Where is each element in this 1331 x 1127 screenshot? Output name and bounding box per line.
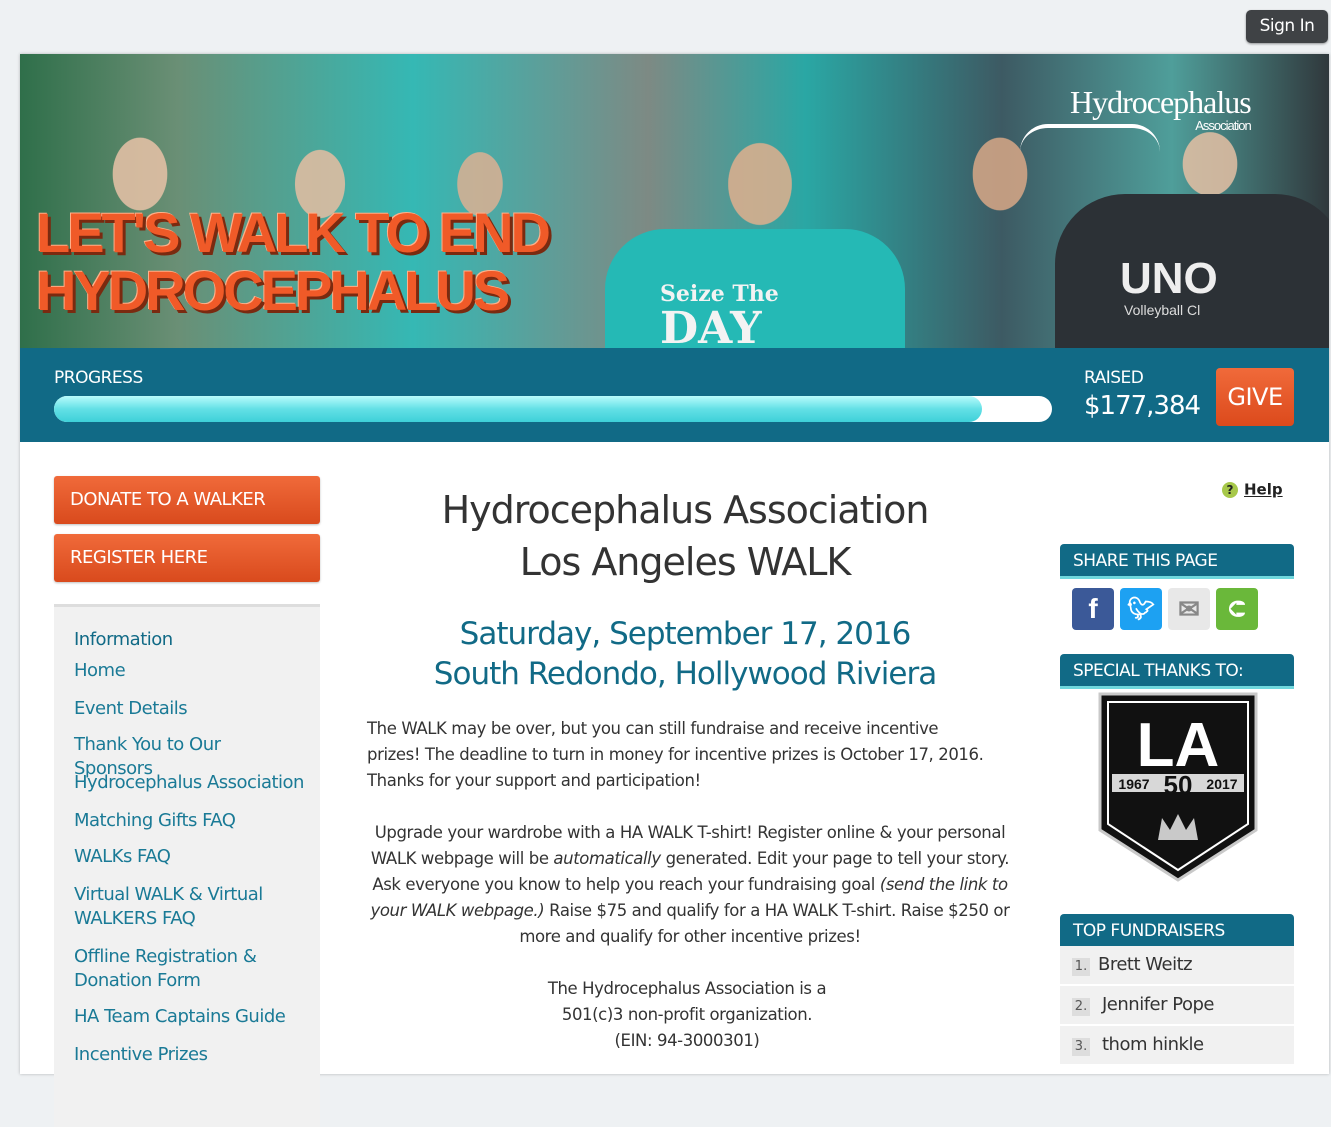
la-kings-logo: LA 1967 50 2017: [1098, 692, 1258, 882]
nav-heading[interactable]: Information: [74, 629, 173, 650]
la-logo-year-right: 2017: [1206, 776, 1237, 792]
shirt-text-line2: DAY: [660, 303, 762, 349]
fundraiser-name: Brett Weitz: [1098, 954, 1193, 975]
uno-subtext: Volleyball Cl: [1124, 302, 1201, 318]
logo-name: Hydrocephalus: [1070, 84, 1252, 120]
fundraiser-name: thom hinkle: [1102, 1034, 1204, 1055]
page-title: Hydrocephalus Association Los Angeles WA…: [360, 484, 1010, 588]
logo-sub: Association: [1195, 118, 1251, 133]
raised-label: RAISED: [1084, 368, 1144, 388]
email-icon[interactable]: ✉: [1168, 588, 1210, 630]
banner-slogan: LET'S WALK TO END HYDROCEPHALUS: [36, 204, 636, 320]
nonprofit-paragraph: The Hydrocephalus Association is a 501(c…: [367, 976, 1007, 1054]
fundraisers-panel-heading: TOP FUNDRAISERS: [1060, 914, 1294, 949]
uno-text: UNO: [1120, 254, 1218, 303]
progress-section: PROGRESS RAISED $177,384 GIVE: [20, 348, 1329, 442]
register-here-button[interactable]: REGISTER HERE: [54, 534, 320, 582]
slogan-line1: LET'S WALK TO END: [36, 201, 551, 264]
la-logo-year-left: 1967: [1118, 776, 1149, 792]
fundraiser-row[interactable]: 3. thom hinkle: [1060, 1026, 1294, 1066]
title-line2: Los Angeles WALK: [519, 540, 852, 584]
thanks-panel-heading: SPECIAL THANKS TO:: [1060, 654, 1294, 689]
event-location: South Redondo, Hollywood Riviera: [433, 656, 937, 692]
nav-item-hydrocephalus-association[interactable]: Hydrocephalus Association: [74, 771, 304, 795]
fundraiser-rank: 3.: [1072, 1038, 1090, 1056]
intro-paragraph: The WALK may be over, but you can still …: [367, 719, 984, 790]
event-date: Saturday, September 17, 2016: [459, 616, 912, 652]
para2-part-c: Raise $75 and qualify for a HA WALK T-sh…: [519, 901, 1010, 946]
share-panel-heading: SHARE THIS PAGE: [1060, 544, 1294, 579]
hero-banner: Seize The DAY UNO Volleyball Cl LET'S WA…: [20, 54, 1329, 348]
nav-item-matching-gifts[interactable]: Matching Gifts FAQ: [74, 809, 304, 833]
donate-to-walker-button[interactable]: DONATE TO A WALKER: [54, 476, 320, 524]
share-icon[interactable]: ⮈: [1216, 588, 1258, 630]
hydrocephalus-logo: Hydrocephalus Association: [1020, 84, 1252, 133]
progress-track: [54, 396, 1052, 422]
nav-item-captains-guide[interactable]: HA Team Captains Guide: [74, 1005, 304, 1029]
facebook-icon[interactable]: f: [1072, 588, 1114, 630]
nav-item-incentive-prizes[interactable]: Incentive Prizes: [74, 1043, 304, 1067]
progress-label: PROGRESS: [54, 368, 143, 388]
nonprofit-line2: 501(c)3 non-profit organization.: [561, 1005, 813, 1024]
la-logo-fifty: 50: [1164, 770, 1193, 800]
nonprofit-line1: The Hydrocephalus Association is a: [547, 979, 827, 998]
help-link[interactable]: ? Help: [1222, 480, 1283, 499]
fundraiser-rank: 1.: [1072, 958, 1090, 976]
event-date-location: Saturday, September 17, 2016 South Redon…: [360, 614, 1010, 694]
nav-item-walks-faq[interactable]: WALKs FAQ: [74, 845, 304, 869]
nav-item-virtual-walk[interactable]: Virtual WALK & Virtual WALKERS FAQ: [74, 883, 274, 931]
banner-shirt-text: Seize The DAY: [660, 282, 779, 348]
sidebar-nav: Information Home Event Details Thank You…: [54, 604, 320, 1127]
logo-swirl-icon: [1020, 124, 1160, 152]
sign-in-button[interactable]: Sign In: [1246, 10, 1328, 43]
nav-item-offline-registration[interactable]: Offline Registration & Donation Form: [74, 945, 274, 993]
slogan-line2: HYDROCEPHALUS: [36, 259, 510, 322]
fundraiser-row[interactable]: 2. Jennifer Pope: [1060, 986, 1294, 1026]
help-label: Help: [1244, 480, 1283, 499]
fundraiser-row[interactable]: 1. Brett Weitz: [1060, 946, 1294, 986]
fundraiser-rank: 2.: [1072, 998, 1090, 1016]
nonprofit-line3: (EIN: 94-3000301): [614, 1031, 760, 1050]
give-button[interactable]: GIVE: [1216, 368, 1294, 426]
twitter-icon[interactable]: 🐦︎: [1120, 588, 1162, 630]
nav-item-home[interactable]: Home: [74, 659, 304, 683]
progress-fill: [54, 396, 983, 422]
tshirt-paragraph: Upgrade your wardrobe with a HA WALK T-s…: [367, 820, 1013, 950]
fundraiser-name: Jennifer Pope: [1102, 994, 1214, 1015]
para2-emphasis: automatically: [553, 849, 661, 868]
nav-item-event-details[interactable]: Event Details: [74, 697, 304, 721]
page-frame: Seize The DAY UNO Volleyball Cl LET'S WA…: [20, 54, 1329, 1127]
raised-value: $177,384: [1084, 391, 1201, 421]
title-line1: Hydrocephalus Association: [441, 488, 930, 532]
help-icon: ?: [1222, 481, 1238, 498]
